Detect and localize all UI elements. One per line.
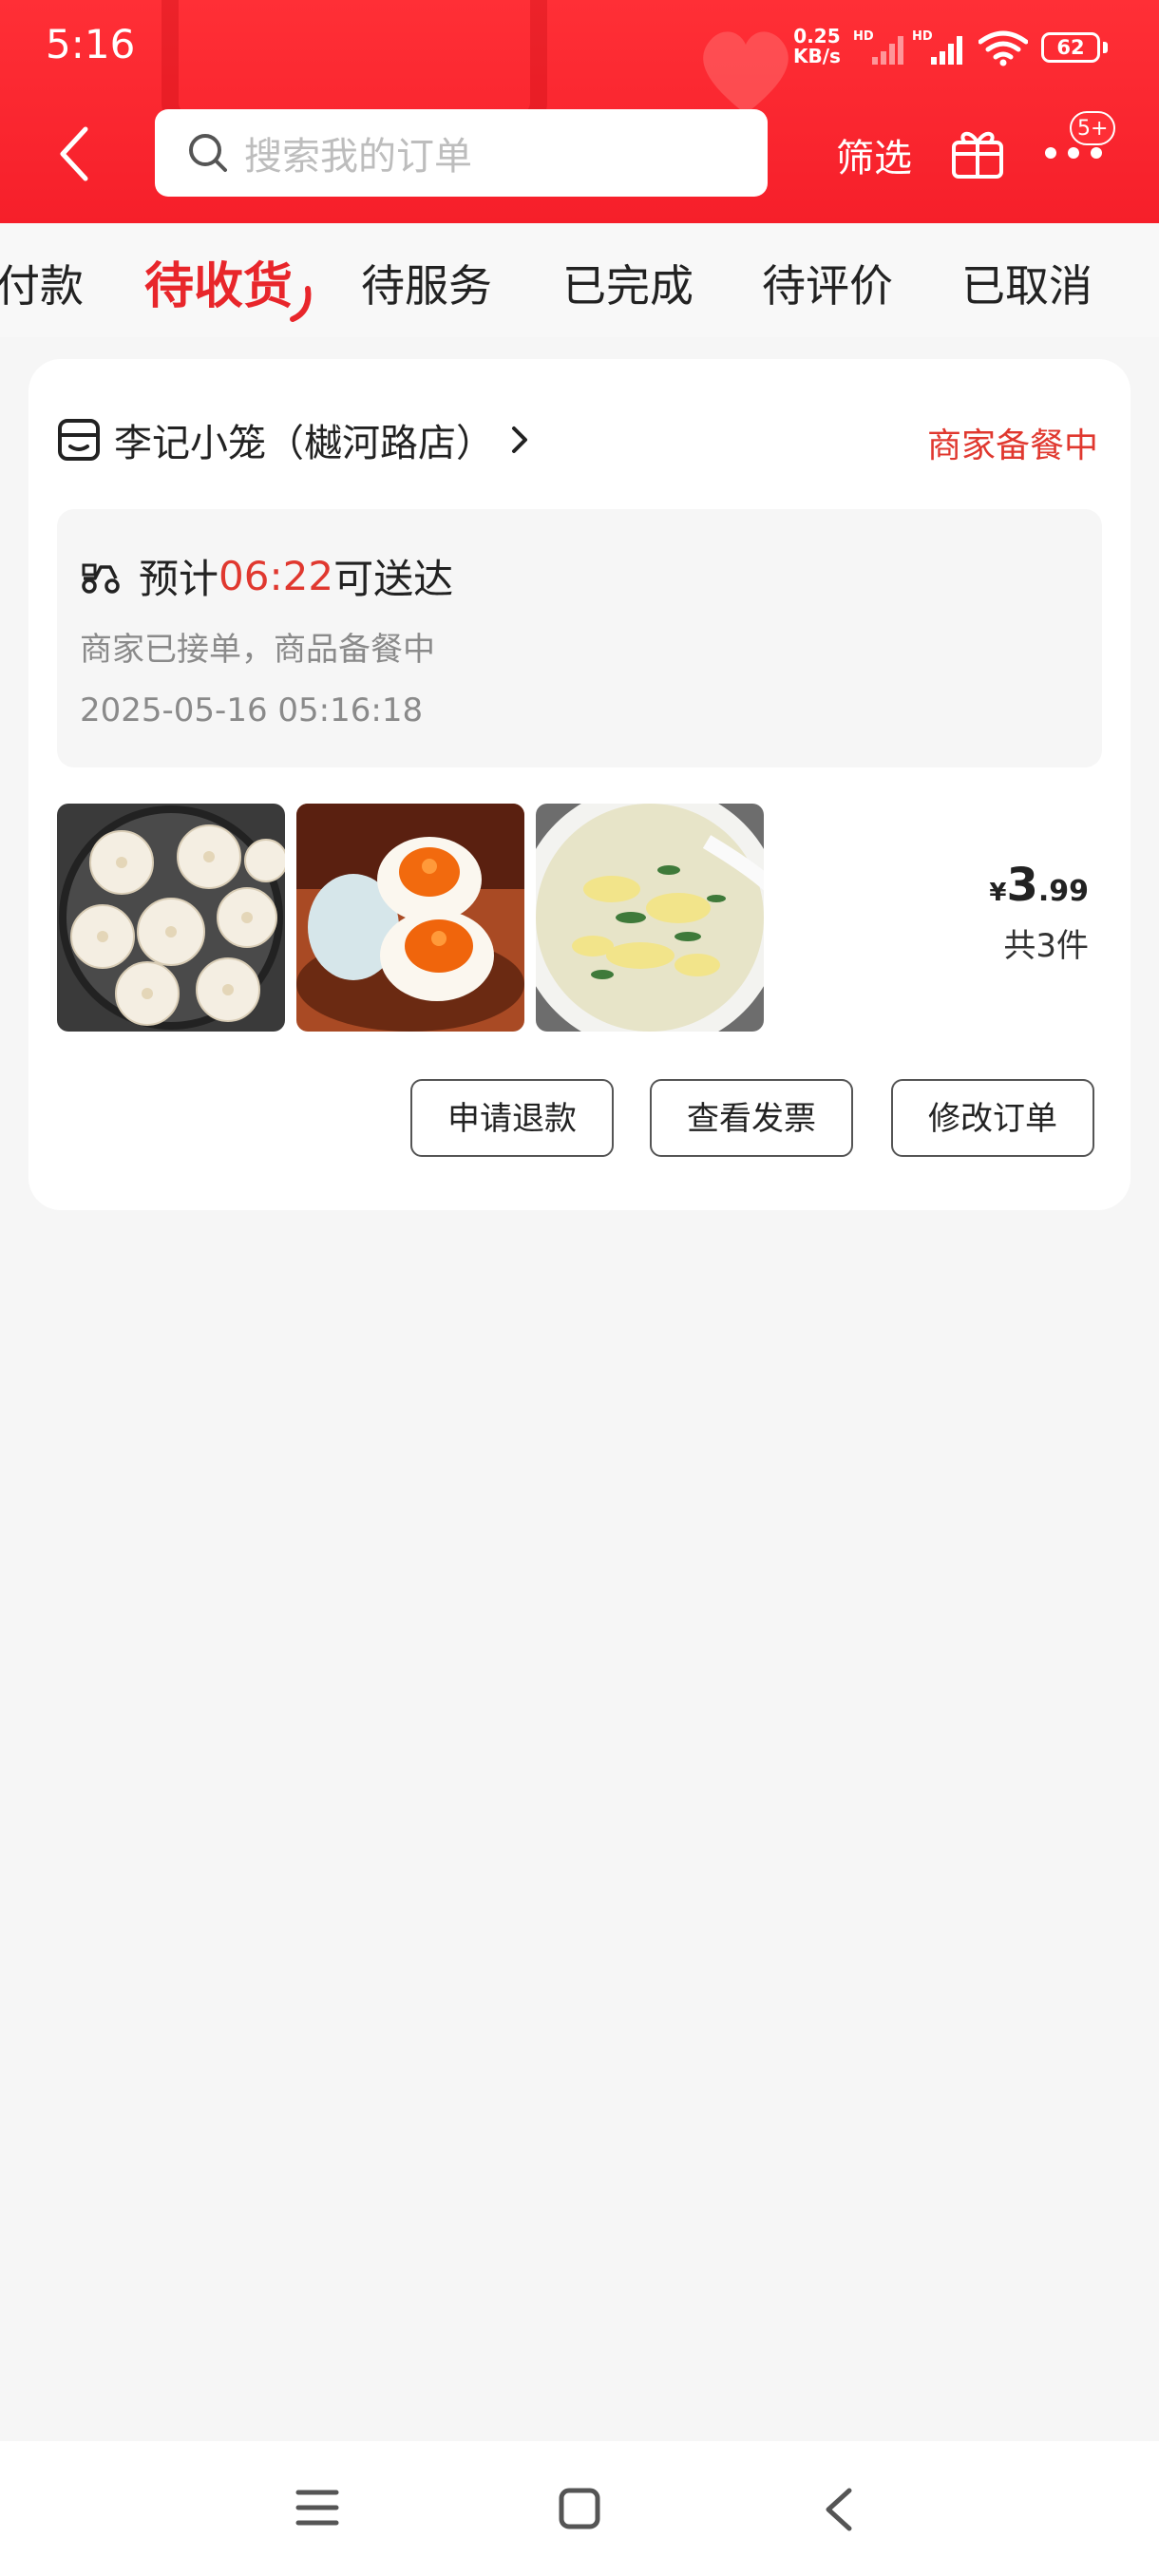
tab-pending-service[interactable]: 待服务 [361, 252, 492, 314]
tab-completed[interactable]: 已完成 [562, 252, 694, 314]
battery-tip [1103, 42, 1108, 53]
salted-duck-egg-photo[interactable] [296, 804, 524, 1032]
network-speed: 0.25 KB/s [793, 25, 841, 67]
back-arrow-icon[interactable] [55, 125, 93, 182]
order-status: 商家备餐中 [926, 426, 1098, 465]
signal-hd-icon: HD [853, 29, 903, 65]
svg-text:HD: HD [853, 29, 874, 44]
request-refund-button[interactable]: 申请退款 [410, 1079, 614, 1157]
order-price: ¥3.99 [989, 859, 1089, 912]
tab-cancelled[interactable]: 已取消 [961, 252, 1092, 314]
shop-link[interactable]: 李记小笼（樾河路店） [57, 411, 530, 468]
view-invoice-button[interactable]: 查看发票 [650, 1079, 853, 1157]
search-placeholder: 搜索我的订单 [244, 135, 472, 179]
eta-prefix: 预计 [139, 556, 219, 602]
battery-indicator: 62 [1041, 32, 1100, 63]
shop-icon [58, 419, 100, 461]
modify-order-button[interactable]: 修改订单 [891, 1079, 1094, 1157]
delivery-info-panel: 预计 06:22 可送达 商家已接单，商品备餐中 2025-05-16 05:1… [57, 509, 1102, 767]
order-timestamp: 2025-05-16 05:16:18 [80, 691, 424, 729]
signal-hd-icon: HD [912, 29, 962, 65]
home-square-icon[interactable] [558, 2487, 601, 2530]
notification-badge: 5+ [1070, 111, 1116, 145]
back-triangle-icon[interactable] [823, 2487, 855, 2532]
search-input[interactable]: 搜索我的订单 [155, 109, 768, 197]
wifi-icon [978, 30, 1028, 66]
eta-suffix: 可送达 [333, 556, 454, 602]
active-tab-swoosh [290, 286, 312, 322]
delivery-scooter-icon [82, 563, 120, 594]
menu-icon[interactable] [294, 2487, 340, 2529]
order-price-summary: ¥3.99 共3件 [989, 859, 1089, 966]
chevron-right-icon [512, 426, 527, 453]
search-icon [189, 134, 227, 172]
steamed-buns-photo[interactable] [57, 804, 285, 1032]
clock: 5:16 [46, 21, 136, 67]
tab-to-pay[interactable]: 付款 [0, 252, 84, 314]
order-card[interactable]: 李记小笼（樾河路店） 商家备餐中 预计 06:22 可送达 商家已接单，商品备餐… [28, 359, 1130, 1210]
item-count: 共3件 [1003, 927, 1089, 965]
system-navigation-bar [0, 2441, 1159, 2576]
app-header: 5:16 0.25 KB/s HD HD 62 搜索我的订单 筛选 5+ [0, 0, 1159, 223]
tab-to-review[interactable]: 待评价 [762, 252, 893, 314]
status-bar: 5:16 0.25 KB/s HD HD 62 [0, 0, 1159, 95]
order-sub-status: 商家已接单，商品备餐中 [80, 631, 435, 669]
svg-text:HD: HD [912, 29, 933, 44]
egg-drop-soup-photo[interactable] [536, 804, 764, 1032]
filter-button[interactable]: 筛选 [836, 127, 912, 182]
tab-awaiting-delivery[interactable]: 待收货 [144, 246, 293, 317]
gift-icon[interactable] [948, 122, 1007, 180]
more-options-icon[interactable] [1043, 142, 1104, 163]
eta-time: 06:22 [218, 553, 334, 599]
order-tabs: 付款 待收货 待服务 已完成 待评价 已取消 [0, 223, 1159, 337]
shop-name: 李记小笼（樾河路店） [114, 422, 494, 465]
eta-row: 预计 06:22 可送达 [80, 547, 453, 605]
